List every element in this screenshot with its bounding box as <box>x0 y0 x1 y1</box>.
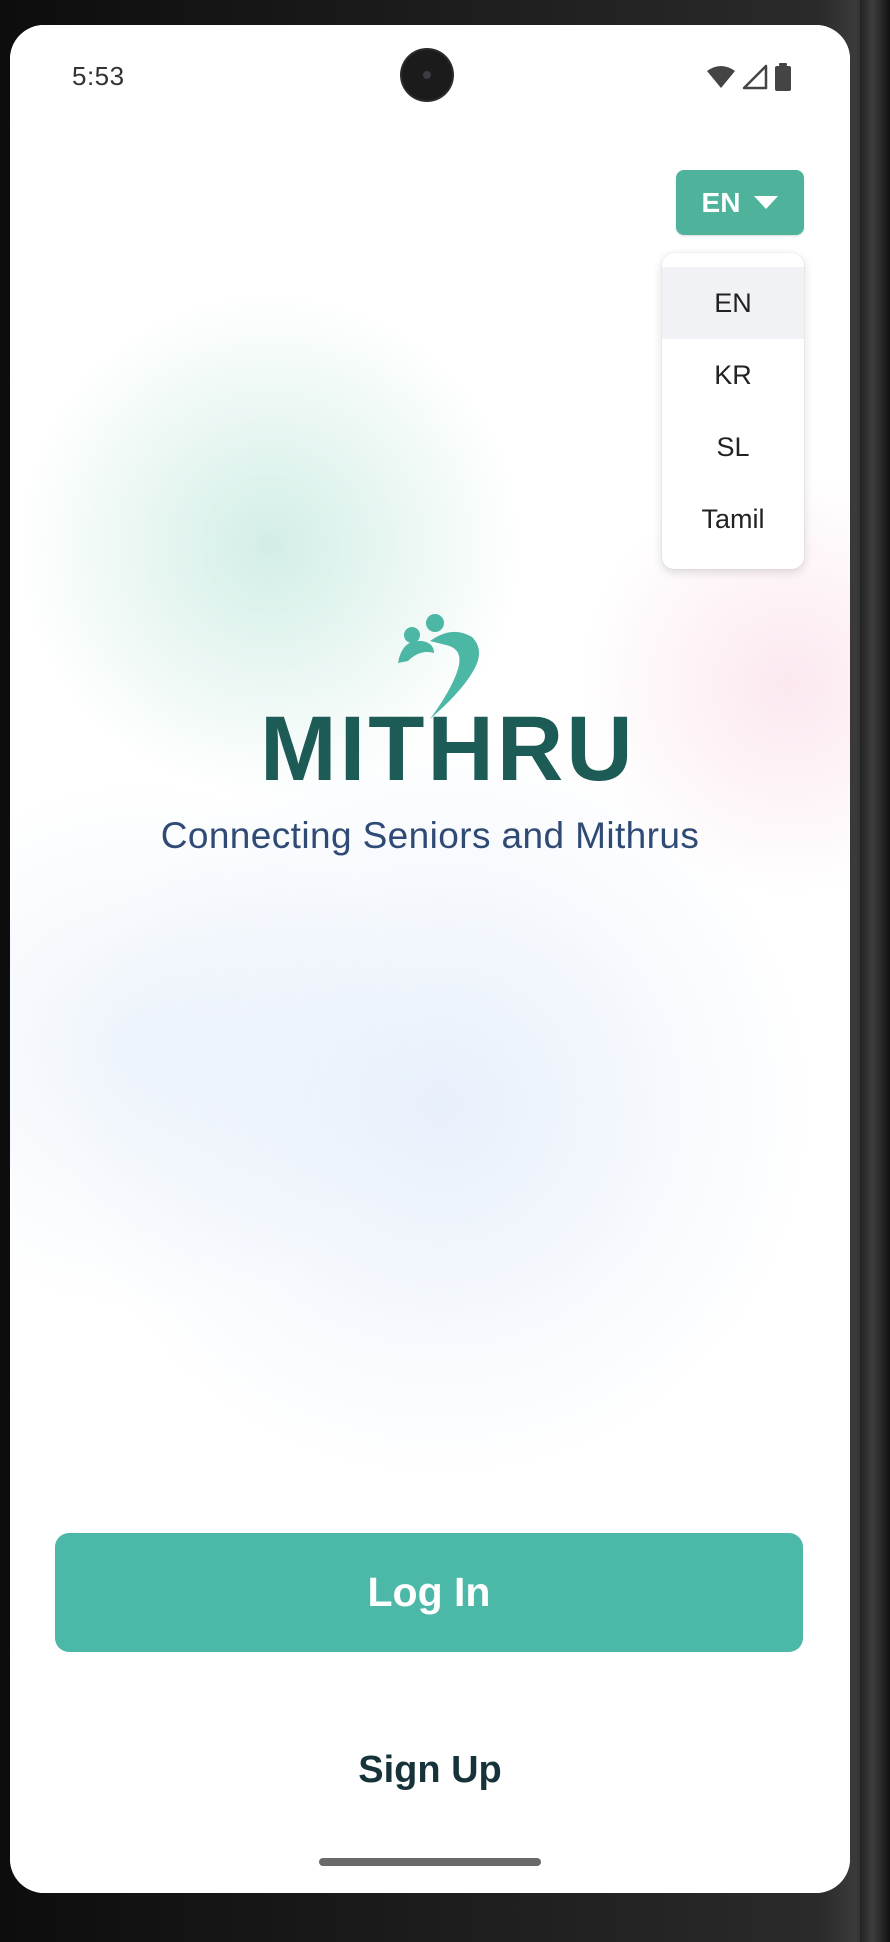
wifi-icon <box>706 65 736 89</box>
language-dropdown-button[interactable]: EN <box>676 170 804 235</box>
logo-wordmark: MITHRU <box>260 698 636 800</box>
language-current-label: EN <box>701 186 741 218</box>
cell-signal-icon <box>742 64 768 90</box>
language-option-kr[interactable]: KR <box>662 339 804 411</box>
status-time: 5:53 <box>72 61 125 91</box>
phone-screen: 5:53 EN EN KR SL Tamil MITHRU Connecting… <box>10 25 850 1893</box>
login-button[interactable]: Log In <box>55 1533 803 1652</box>
language-menu: EN KR SL Tamil <box>662 253 804 569</box>
status-icons <box>706 63 792 91</box>
signup-button[interactable]: Sign Up <box>280 1735 580 1805</box>
caret-down-icon <box>754 196 779 209</box>
front-camera <box>402 50 452 100</box>
tagline: Connecting Seniors and Mithrus <box>160 815 700 856</box>
app-logo: MITHRU <box>260 611 636 801</box>
language-option-tamil[interactable]: Tamil <box>662 483 804 555</box>
language-option-sl[interactable]: SL <box>662 411 804 483</box>
home-indicator[interactable] <box>319 1858 541 1866</box>
language-option-en[interactable]: EN <box>662 267 804 339</box>
battery-icon <box>774 63 792 91</box>
device-side-edge <box>860 0 890 1942</box>
